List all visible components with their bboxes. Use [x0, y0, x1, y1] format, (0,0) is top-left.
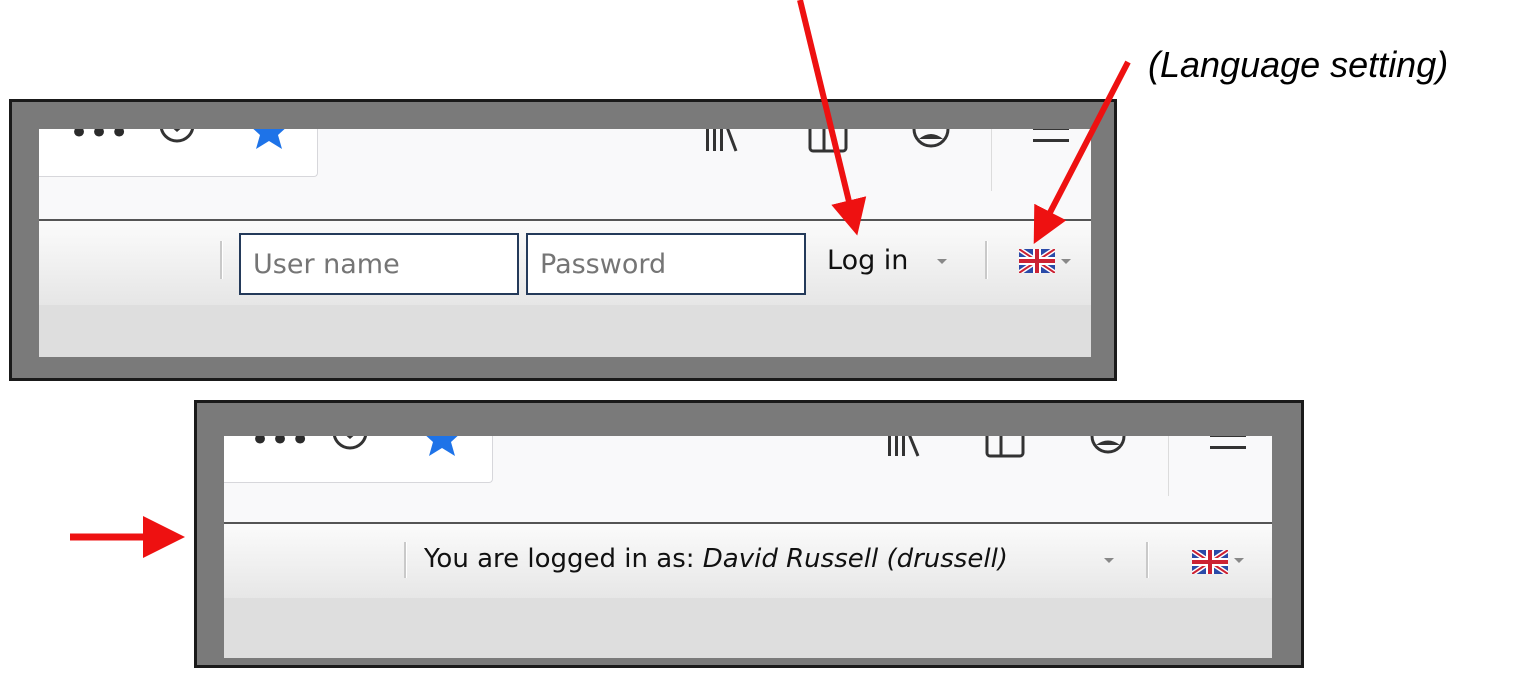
screenshot-logged-in: ••• You are logged in as: David Russell … [194, 400, 1304, 668]
logged-in-prefix: You are logged in as: [424, 544, 703, 574]
login-button[interactable]: Log in [827, 245, 908, 276]
logged-in-status[interactable]: You are logged in as: David Russell (dru… [424, 544, 1008, 574]
bar-separator [985, 241, 988, 279]
sidebar-icon[interactable] [984, 436, 1028, 468]
menu-icon[interactable] [1210, 436, 1250, 466]
uk-flag-icon[interactable] [1017, 246, 1057, 278]
bookmark-star-icon[interactable] [249, 129, 289, 155]
library-icon[interactable] [886, 436, 926, 468]
browser-toolbar: ••• [39, 129, 1091, 221]
library-icon[interactable] [704, 129, 744, 161]
sidebar-icon[interactable] [807, 129, 851, 161]
account-icon[interactable] [909, 129, 953, 159]
url-bar-end[interactable]: ••• [39, 129, 318, 177]
login-dropdown-caret[interactable] [937, 259, 947, 264]
logged-in-bar: You are logged in as: David Russell (dru… [224, 522, 1272, 602]
language-dropdown-caret[interactable] [1234, 558, 1244, 563]
browser-toolbar: ••• [224, 436, 1272, 524]
bar-separator [220, 241, 223, 279]
user-dropdown-caret[interactable] [1104, 558, 1114, 563]
browser-window: ••• You are logged in as: David Russell … [224, 436, 1272, 658]
more-icon[interactable]: ••• [69, 129, 129, 153]
content-strip [39, 305, 1091, 357]
login-bar: Log in [39, 219, 1091, 307]
language-setting-annotation: (Language setting) [1148, 44, 1449, 85]
bar-separator [404, 542, 407, 578]
bar-separator [1146, 542, 1149, 578]
toolbar-separator [1168, 436, 1169, 496]
screenshot-logged-out: ••• User name Log in [9, 99, 1117, 381]
password-input[interactable] [526, 233, 806, 295]
logged-in-user: David Russell (drussell) [702, 544, 1008, 574]
menu-icon[interactable] [1033, 129, 1073, 159]
content-strip [224, 598, 1272, 658]
account-icon[interactable] [1086, 436, 1130, 466]
username-input[interactable] [239, 233, 519, 295]
uk-flag-icon[interactable] [1190, 547, 1230, 579]
language-dropdown-caret[interactable] [1061, 259, 1071, 264]
url-bar-end[interactable]: ••• [224, 436, 493, 483]
pocket-icon[interactable] [157, 129, 197, 153]
toolbar-separator [991, 129, 992, 191]
browser-window: ••• User name Log in [39, 129, 1091, 357]
bookmark-star-icon[interactable] [422, 436, 462, 462]
more-icon[interactable]: ••• [250, 436, 310, 460]
pocket-icon[interactable] [330, 436, 370, 460]
